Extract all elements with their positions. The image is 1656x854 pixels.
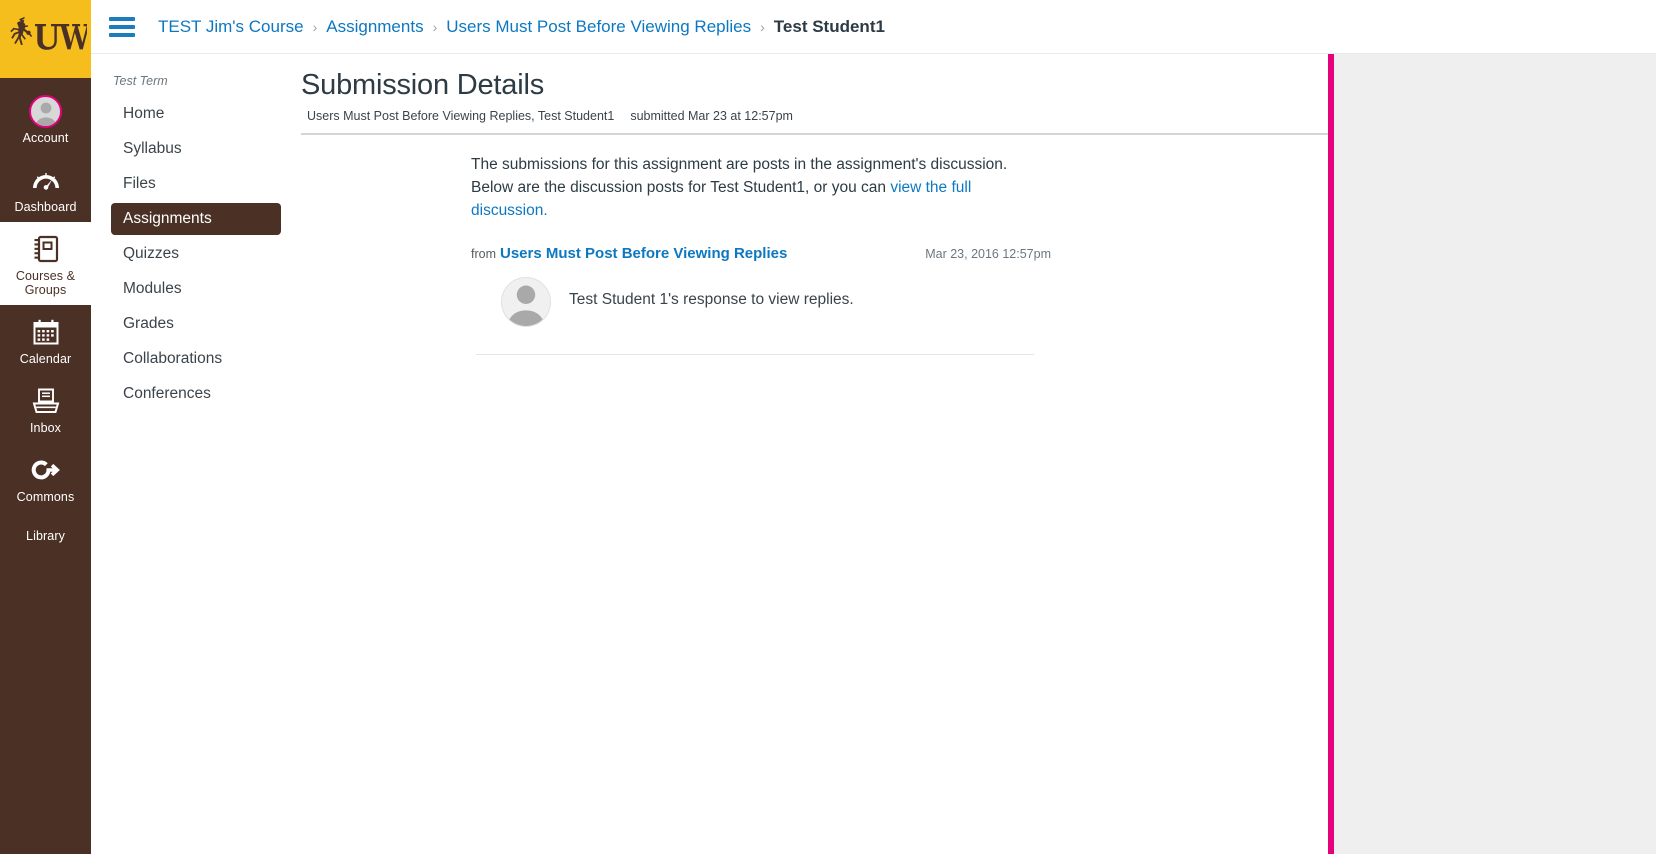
- entry-from-label: from: [471, 247, 496, 261]
- submission-meta: Users Must Post Before Viewing Replies, …: [301, 109, 793, 123]
- content-column: Submission Details Users Must Post Befor…: [281, 54, 1656, 854]
- uw-brand-logo[interactable]: [0, 0, 91, 78]
- course-nav-list-item: Home: [111, 98, 281, 130]
- course-nav-list: Home Syllabus Files Assignments Quizzes …: [111, 98, 281, 410]
- global-nav-item-inbox[interactable]: Inbox: [0, 374, 91, 443]
- discussion-entry-timestamp: Mar 23, 2016 12:57pm: [925, 247, 1051, 261]
- course-nav-list-item: Files: [111, 168, 281, 200]
- global-nav-label: Dashboard: [14, 200, 77, 214]
- course-nav-item-quizzes[interactable]: Quizzes: [111, 238, 281, 270]
- course-nav-list-item: Conferences: [111, 378, 281, 410]
- course-nav-list-item: Syllabus: [111, 133, 281, 165]
- user-avatar-icon: [29, 94, 62, 128]
- global-nav-label: Courses & Groups: [15, 269, 76, 297]
- avatar-silhouette-icon: [35, 102, 56, 126]
- page-title: Submission Details: [301, 69, 544, 101]
- course-nav-list-item: Quizzes: [111, 238, 281, 270]
- breadcrumb-item-assignments[interactable]: Assignments: [326, 17, 423, 37]
- global-nav-item-courses-and-groups[interactable]: Courses & Groups: [0, 222, 91, 305]
- breadcrumb-separator-icon: ›: [760, 18, 765, 35]
- body-split: Test Term Home Syllabus Files Assignment…: [91, 54, 1656, 854]
- discussion-entry-header: from Users Must Post Before Viewing Repli…: [471, 245, 1061, 263]
- submission-intro-text: The submissions for this assignment are …: [471, 153, 1031, 222]
- inbox-tray-icon: [32, 384, 60, 418]
- calendar-icon: [33, 315, 59, 349]
- global-nav-item-library[interactable]: Library: [0, 512, 91, 551]
- breadcrumb-item-course[interactable]: TEST Jim's Course: [158, 17, 304, 37]
- course-term-label: Test Term: [113, 74, 168, 88]
- global-nav-item-calendar[interactable]: Calendar: [0, 305, 91, 374]
- submitted-at-label: submitted Mar 23 at 12:57pm: [630, 109, 793, 123]
- global-navigation-sidebar: Account Dashboard Courses & Groups Calen…: [0, 0, 91, 854]
- global-nav-label: Inbox: [29, 421, 62, 435]
- hamburger-menu-icon[interactable]: [109, 16, 135, 37]
- avatar: [501, 277, 551, 327]
- default-user-avatar-icon: [507, 285, 545, 326]
- breadcrumb-bar: TEST Jim's Course › Assignments › Users …: [91, 0, 1656, 54]
- inbox-document-tray-icon: [32, 388, 59, 413]
- discussion-entry-row: Test Student 1's response to view replie…: [471, 277, 1061, 327]
- discussion-topic-link[interactable]: Users Must Post Before Viewing Replies: [500, 245, 787, 262]
- right-sidebar-strip: [1328, 54, 1656, 854]
- breadcrumb-item-assignment[interactable]: Users Must Post Before Viewing Replies: [446, 17, 751, 37]
- discussion-entry-divider: [476, 354, 1034, 355]
- course-navigation-menu: Test Term Home Syllabus Files Assignment…: [91, 54, 281, 413]
- assignment-and-student-label: Users Must Post Before Viewing Replies, …: [307, 109, 615, 123]
- discussion-entry-message: Test Student 1's response to view replie…: [569, 291, 854, 308]
- main-region: TEST Jim's Course › Assignments › Users …: [91, 0, 1656, 854]
- global-nav-item-commons[interactable]: Commons: [0, 443, 91, 512]
- course-nav-item-syllabus[interactable]: Syllabus: [111, 133, 281, 165]
- global-nav-label: Library: [26, 529, 65, 543]
- course-nav-list-item: Modules: [111, 273, 281, 305]
- breadcrumb-separator-icon: ›: [432, 18, 438, 35]
- global-nav-label: Calendar: [19, 352, 72, 366]
- global-nav-item-account[interactable]: Account: [0, 78, 91, 153]
- commons-arrow-icon: [31, 453, 61, 487]
- global-nav-item-dashboard[interactable]: Dashboard: [0, 153, 91, 222]
- course-nav-item-grades[interactable]: Grades: [111, 308, 281, 340]
- course-nav-item-modules[interactable]: Modules: [111, 273, 281, 305]
- course-nav-list-item: Collaborations: [111, 343, 281, 375]
- share-arrow-icon: [31, 460, 60, 480]
- submission-body: The submissions for this assignment are …: [301, 135, 1061, 355]
- calendar-grid-icon: [33, 319, 58, 345]
- speedometer-icon: [32, 173, 59, 190]
- global-nav-label: Commons: [16, 490, 75, 504]
- course-nav-item-collaborations[interactable]: Collaborations: [111, 343, 281, 375]
- course-nav-item-conferences[interactable]: Conferences: [111, 378, 281, 410]
- notebook-icon: [34, 235, 58, 263]
- course-nav-item-files[interactable]: Files: [111, 168, 281, 200]
- dashboard-icon: [31, 163, 61, 197]
- breadcrumb: TEST Jim's Course › Assignments › Users …: [158, 17, 885, 37]
- page-header-left: Submission Details Users Must Post Befor…: [301, 68, 793, 123]
- breadcrumb-separator-icon: ›: [312, 18, 318, 35]
- global-nav-label: Account: [22, 131, 69, 145]
- course-nav-item-assignments[interactable]: Assignments: [111, 203, 281, 235]
- course-nav-list-item: Grades: [111, 308, 281, 340]
- breadcrumb-item-current-student: Test Student1: [773, 16, 885, 36]
- canvas-submission-details-page: Account Dashboard Courses & Groups Calen…: [0, 0, 1656, 854]
- right-sidebar-panel: [1334, 54, 1656, 854]
- courses-book-icon: [33, 232, 59, 266]
- uw-logo-icon: [9, 16, 87, 50]
- course-nav-item-home[interactable]: Home: [111, 98, 281, 130]
- discussion-entry-source: from Users Must Post Before Viewing Repli…: [471, 245, 787, 263]
- course-nav-list-item: Assignments: [111, 203, 281, 235]
